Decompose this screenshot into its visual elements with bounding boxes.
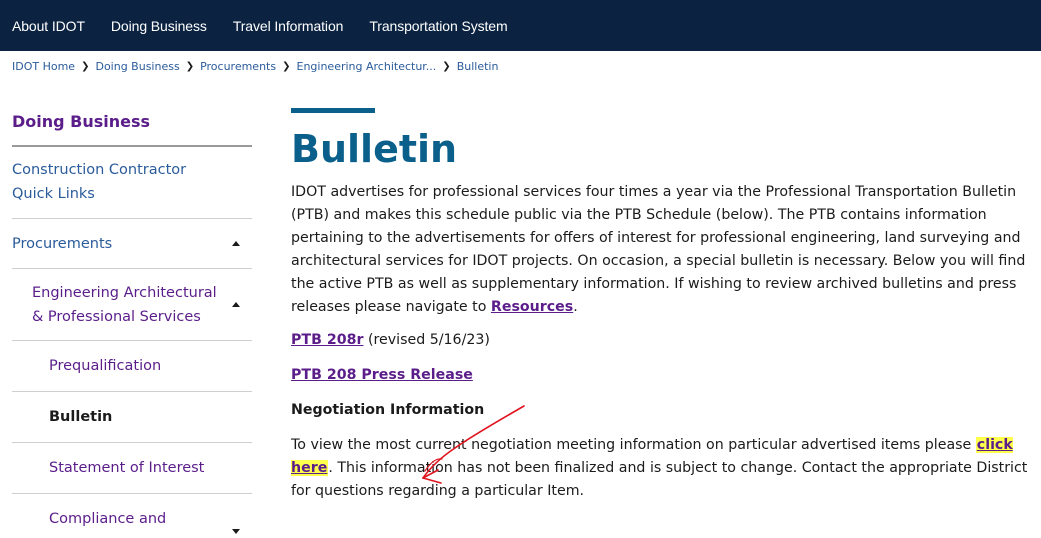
sidebar-item-label: Engineering Architectural & Professional…	[32, 285, 217, 325]
sidebar-item-label: Prequalification	[49, 358, 162, 374]
chevron-right-icon: ❯	[442, 61, 451, 72]
sidebar-item-bulletin[interactable]: Bulletin	[12, 392, 252, 443]
chevron-right-icon: ❯	[185, 61, 195, 72]
ptb-208r-link[interactable]: PTB 208r	[291, 332, 363, 348]
breadcrumb-bulletin[interactable]: Bulletin	[457, 60, 499, 73]
ptb-note: (revised 5/16/23)	[363, 332, 490, 348]
sidebar: Doing Business Construction Contractor Q…	[12, 112, 252, 538]
chevron-right-icon: ❯	[282, 61, 291, 72]
breadcrumb: IDOT Home ❯ Doing Business ❯ Procurement…	[12, 60, 498, 73]
nav-transportation-system[interactable]: Transportation System	[369, 18, 507, 34]
nav-travel-information[interactable]: Travel Information	[233, 18, 344, 34]
chevron-down-icon[interactable]	[232, 529, 240, 534]
sidebar-item-label: Bulletin	[49, 409, 113, 425]
sidebar-item-label: Compliance and	[49, 511, 167, 527]
sidebar-item-engineering[interactable]: Engineering Architectural & Professional…	[12, 269, 252, 341]
intro-paragraph: IDOT advertises for professional service…	[291, 181, 1041, 319]
chevron-up-icon[interactable]	[232, 301, 240, 307]
sidebar-item-label: Procurements	[12, 236, 113, 252]
nav-about-idot[interactable]: About IDOT	[12, 18, 85, 34]
breadcrumb-procurements[interactable]: Procurements	[200, 60, 276, 73]
main-content: Bulletin IDOT advertises for professiona…	[291, 108, 1036, 503]
nav-doing-business[interactable]: Doing Business	[111, 18, 207, 34]
press-release-paragraph: PTB 208 Press Release	[291, 364, 1036, 387]
sidebar-item-statement-of-interest[interactable]: Statement of Interest	[12, 443, 252, 494]
negotiation-text-2: . This information has not been finalize…	[291, 460, 1028, 499]
resources-link[interactable]: Resources	[491, 299, 573, 315]
top-navigation: About IDOT Doing Business Travel Informa…	[0, 0, 1041, 51]
title-accent-bar	[291, 108, 375, 113]
sidebar-heading[interactable]: Doing Business	[12, 112, 252, 147]
intro-text: IDOT advertises for professional service…	[291, 184, 1026, 315]
page-title: Bulletin	[291, 127, 458, 171]
sidebar-item-label: Statement of Interest	[49, 460, 205, 476]
negotiation-paragraph: To view the most current negotiation mee…	[291, 434, 1036, 503]
sidebar-item-label: Construction Contractor Quick Links	[12, 162, 187, 202]
breadcrumb-doing-business[interactable]: Doing Business	[95, 60, 179, 73]
sidebar-item-procurements[interactable]: Procurements	[12, 219, 252, 269]
breadcrumb-idot-home[interactable]: IDOT Home	[12, 60, 75, 73]
sidebar-item-construction-contractor[interactable]: Construction Contractor Quick Links	[12, 147, 252, 219]
press-release-link[interactable]: PTB 208 Press Release	[291, 367, 473, 383]
intro-end: .	[573, 299, 578, 315]
negotiation-heading: Negotiation Information	[291, 402, 485, 418]
chevron-up-icon[interactable]	[232, 240, 240, 246]
sidebar-item-compliance[interactable]: Compliance and	[12, 494, 252, 538]
chevron-right-icon: ❯	[81, 61, 90, 72]
ptb-paragraph: PTB 208r (revised 5/16/23)	[291, 329, 1036, 352]
sidebar-item-prequalification[interactable]: Prequalification	[12, 341, 252, 392]
negotiation-text-1: To view the most current negotiation mee…	[291, 437, 976, 453]
breadcrumb-engineering[interactable]: Engineering Architectur...	[297, 60, 437, 73]
